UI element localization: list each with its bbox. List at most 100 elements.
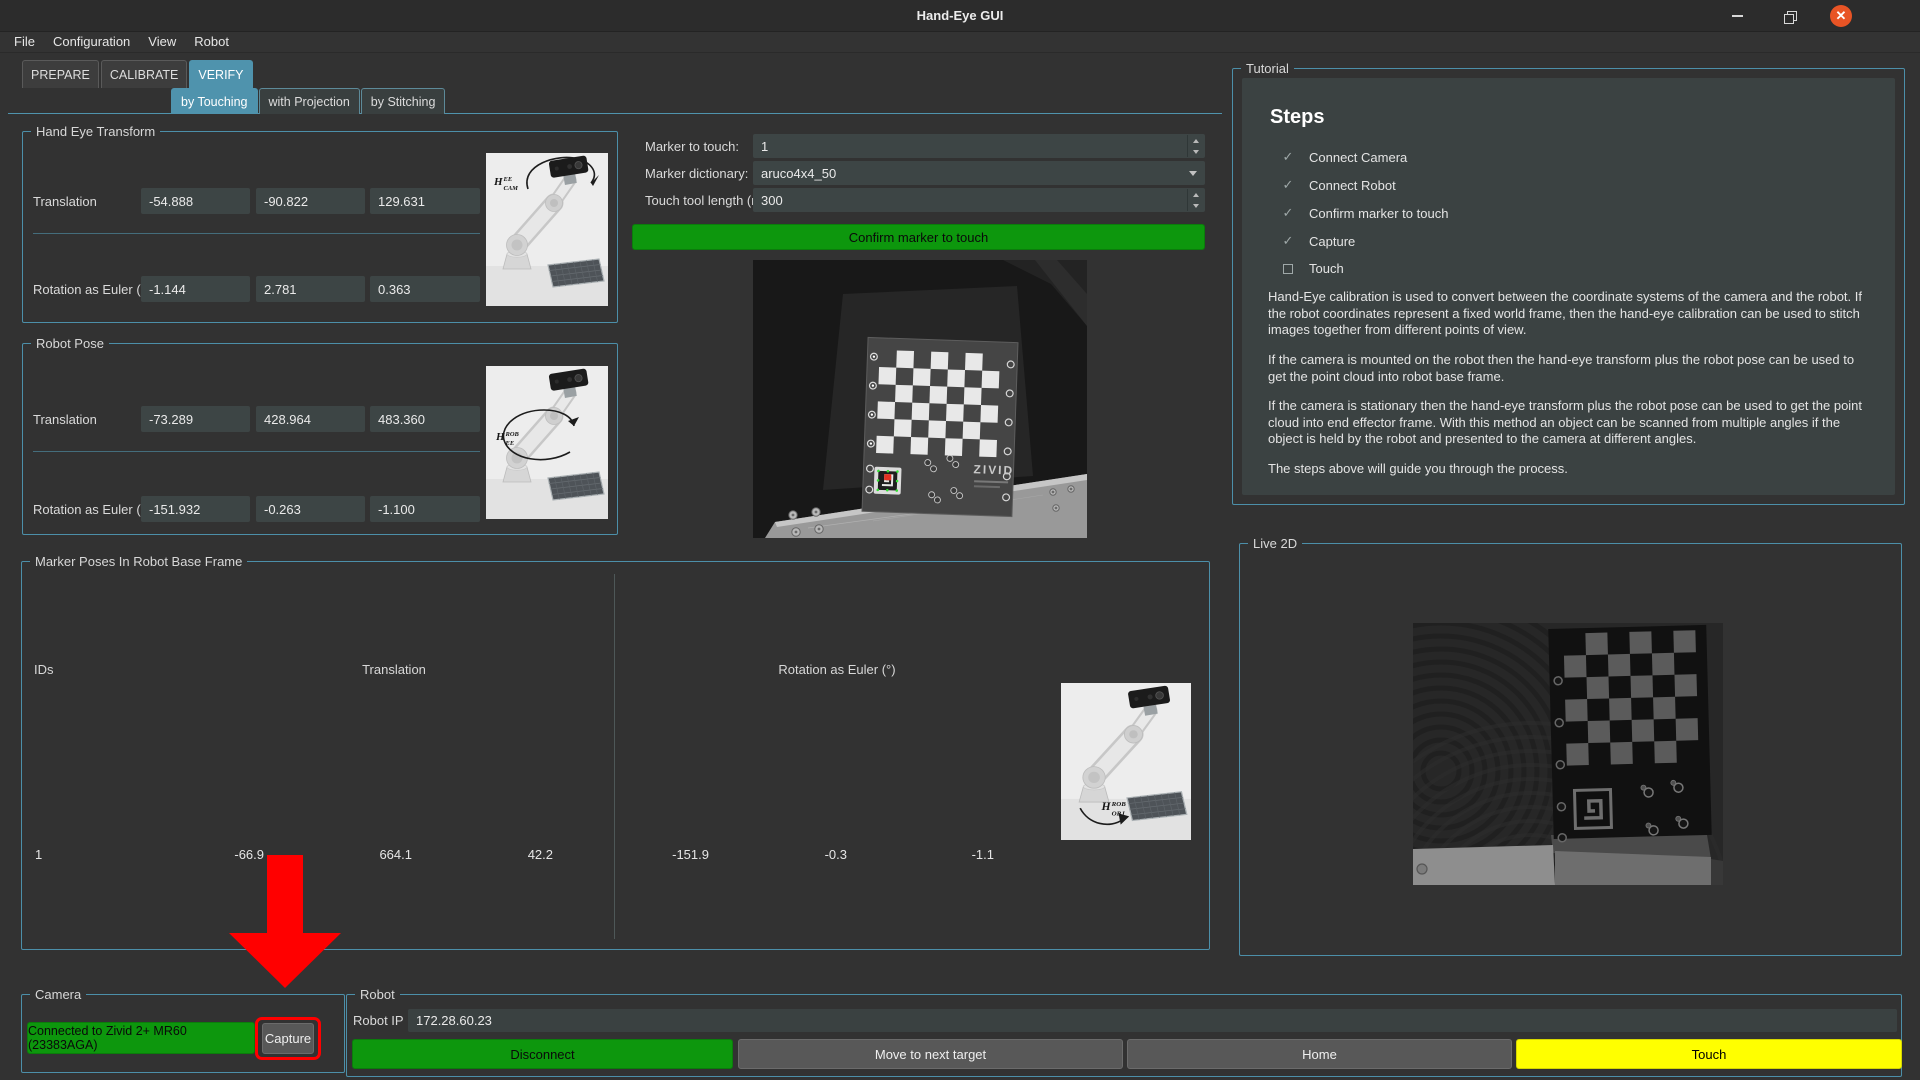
tab-prepare[interactable]: PREPARE	[22, 60, 99, 88]
main-tab-bar: PREPARECALIBRATEVERIFY	[22, 60, 255, 88]
tutorial-paragraph: Hand-Eye calibration is used to convert …	[1268, 289, 1869, 339]
subtab-by-touching[interactable]: by Touching	[171, 88, 258, 114]
minimize-button[interactable]	[1717, 0, 1757, 32]
steps-list: ✓Connect Camera✓Connect Robot✓Confirm ma…	[1268, 149, 1869, 276]
menu-configuration[interactable]: Configuration	[44, 32, 139, 52]
group-title: Live 2D	[1248, 536, 1302, 551]
subtab-with-projection[interactable]: with Projection	[259, 88, 360, 114]
group-title: Camera	[30, 987, 86, 1002]
tutorial-panel: Steps ✓Connect Camera✓Connect Robot✓Conf…	[1242, 78, 1895, 495]
het-rotation-y[interactable]: 2.781	[256, 276, 365, 302]
het-translation-z[interactable]: 129.631	[370, 188, 480, 214]
tutorial-paragraph: If the camera is stationary then the han…	[1268, 398, 1869, 448]
subtab-by-stitching[interactable]: by Stitching	[361, 88, 446, 114]
group-title: Marker Poses In Robot Base Frame	[30, 554, 247, 569]
titlebar: Hand-Eye GUI ✕	[0, 0, 1920, 32]
robot-ip-label: Robot IP	[353, 1008, 404, 1032]
tutorial-step-confirm-marker-to-touch: ✓Confirm marker to touch	[1280, 205, 1869, 221]
tutorial-step-capture: ✓ Capture	[1280, 233, 1869, 249]
robot-ip-field[interactable]: 172.28.60.23	[408, 1009, 1897, 1032]
tutorial-step-connect-camera: ✓Connect Camera	[1280, 149, 1869, 165]
separator	[33, 233, 480, 234]
steps-heading: Steps	[1270, 106, 1869, 129]
hand-eye-transform-group: Hand Eye Transform Translation -54.888 -…	[22, 131, 618, 323]
home-button[interactable]: Home	[1127, 1039, 1512, 1069]
disconnect-button[interactable]: Disconnect	[352, 1039, 733, 1069]
camera-status-button[interactable]: Connected to Zivid 2+ MR60 (23383AGA)	[27, 1022, 255, 1054]
close-icon: ✕	[1830, 5, 1852, 27]
column-divider	[614, 574, 615, 939]
het-rotation-x[interactable]: -1.144	[141, 276, 250, 302]
het-rotation-z[interactable]: 0.363	[370, 276, 480, 302]
touch-tool-length-spinbox[interactable]: 300	[753, 188, 1205, 212]
tab-verify[interactable]: VERIFY	[189, 60, 252, 88]
touch-button[interactable]: Touch	[1516, 1039, 1902, 1069]
tutorial-paragraph: If the camera is mounted on the robot th…	[1268, 352, 1869, 385]
separator	[33, 451, 480, 452]
group-title: Hand Eye Transform	[31, 124, 160, 139]
robot-group: Robot Robot IP 172.28.60.23 DisconnectMo…	[346, 994, 1902, 1077]
unchecked-box-icon	[1280, 264, 1296, 274]
pose-rotation-z[interactable]: -1.100	[370, 496, 480, 522]
confirm-marker-button[interactable]: Confirm marker to touch	[632, 224, 1205, 250]
table-row[interactable]: 1-66.9664.142.2-151.9-0.3-1.1	[23, 840, 1208, 870]
live-2d-image	[1413, 623, 1723, 885]
table-cell: -0.3	[767, 840, 847, 870]
table-header-translation: Translation	[294, 662, 494, 677]
marker-to-touch-label: Marker to touch:	[645, 134, 739, 158]
translation-label: Translation	[33, 406, 97, 432]
spinner-buttons[interactable]	[1187, 135, 1204, 157]
menu-robot[interactable]: Robot	[185, 32, 238, 52]
group-title: Robot Pose	[31, 336, 109, 351]
red-highlight-ring	[255, 1017, 321, 1060]
tab-calibrate[interactable]: CALIBRATE	[101, 60, 188, 88]
table-cell: -151.9	[629, 840, 709, 870]
tutorial-paragraph: The steps above will guide you through t…	[1268, 461, 1869, 478]
rotation-label: Rotation as Euler (°)	[33, 276, 150, 302]
spin-down-icon	[1193, 150, 1199, 154]
menu-file[interactable]: File	[5, 32, 44, 52]
minimize-icon	[1732, 15, 1743, 17]
check-icon: ✓	[1280, 233, 1296, 249]
marker-to-touch-value: 1	[761, 139, 768, 154]
spin-down-icon	[1193, 204, 1199, 208]
pose-translation-y[interactable]: 428.964	[256, 406, 365, 432]
step-label: Capture	[1309, 234, 1355, 249]
pose-translation-z[interactable]: 483.360	[370, 406, 480, 432]
pose-rotation-y[interactable]: -0.263	[256, 496, 365, 522]
marker-dictionary-label: Marker dictionary:	[645, 161, 748, 185]
translation-label: Translation	[33, 188, 97, 214]
pose-translation-x[interactable]: -73.289	[141, 406, 250, 432]
het-translation-y[interactable]: -90.822	[256, 188, 365, 214]
table-cell: -1.1	[914, 840, 994, 870]
pose-rotation-x[interactable]: -151.932	[141, 496, 250, 522]
svg-text:ZIVID: ZIVID	[973, 462, 1014, 477]
robot-pose-diagram-image: HROBEE	[486, 366, 608, 519]
check-icon: ✓	[1280, 177, 1296, 193]
maximize-icon	[1784, 11, 1795, 22]
checkbox-empty	[1283, 264, 1293, 274]
tutorial-step-touch: Touch	[1280, 261, 1869, 276]
camera-capture-image: ZIVID	[753, 260, 1087, 538]
menu-view[interactable]: View	[139, 32, 185, 52]
spinner-buttons[interactable]	[1187, 189, 1204, 211]
close-button[interactable]: ✕	[1821, 0, 1861, 32]
robot-pose-group: Robot Pose Translation -73.289 428.964 4…	[22, 343, 618, 535]
check-icon: ✓	[1280, 149, 1296, 165]
hand-eye-diagram-image: HEECAM	[486, 153, 608, 306]
step-label: Connect Robot	[1309, 178, 1396, 193]
marker-dictionary-combobox[interactable]: aruco4x4_50	[753, 161, 1205, 185]
marker-to-touch-spinbox[interactable]: 1	[753, 134, 1205, 158]
table-header-ids: IDs	[34, 662, 54, 677]
group-title: Tutorial	[1241, 61, 1294, 76]
group-title: Robot	[355, 987, 400, 1002]
window-title: Hand-Eye GUI	[0, 0, 1920, 32]
move-to-next-target-button[interactable]: Move to next target	[738, 1039, 1123, 1069]
marker-diagram-image: HROBOBJ	[1061, 683, 1191, 840]
spin-up-icon	[1193, 139, 1199, 143]
sub-tab-bar: by Touchingwith Projectionby Stitching	[171, 88, 446, 114]
step-label: Confirm marker to touch	[1309, 206, 1448, 221]
het-translation-x[interactable]: -54.888	[141, 188, 250, 214]
maximize-button[interactable]	[1769, 0, 1809, 32]
red-annotation-arrow	[225, 855, 345, 990]
